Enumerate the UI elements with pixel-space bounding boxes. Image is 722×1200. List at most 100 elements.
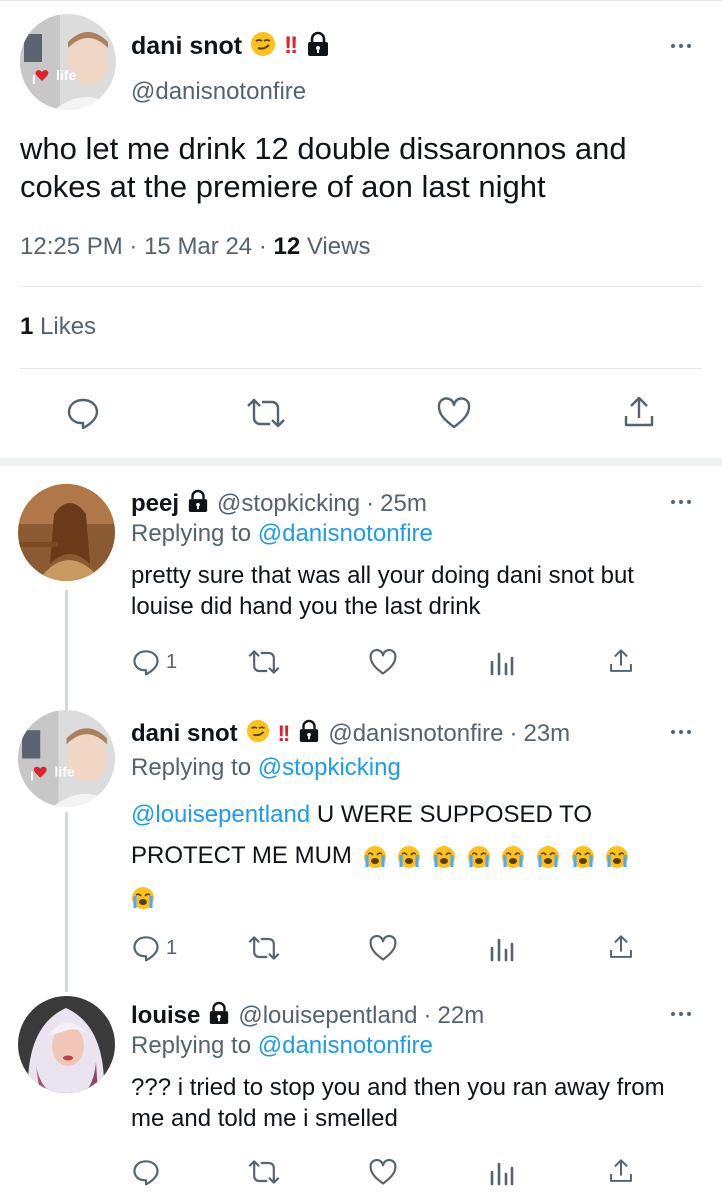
- divider: [20, 286, 702, 287]
- retweet-button[interactable]: [246, 648, 282, 676]
- like-icon: [369, 648, 397, 675]
- meta-separator: ·: [366, 490, 375, 517]
- reply-button[interactable]: 1: [132, 934, 177, 962]
- reply-button[interactable]: [132, 1158, 160, 1186]
- replying-to: Replying to @danisnotonfire: [131, 1032, 433, 1060]
- retweet-button[interactable]: [246, 1158, 282, 1186]
- author-handle[interactable]: @stopkicking: [217, 490, 360, 518]
- more-icon[interactable]: [671, 1012, 691, 1016]
- avatar-text-i: I: [30, 769, 34, 784]
- retweet-icon: [248, 1160, 280, 1184]
- share-button[interactable]: [608, 1156, 634, 1186]
- avatar[interactable]: [18, 484, 115, 581]
- avatar[interactable]: I life: [18, 710, 115, 807]
- retweet-icon: [248, 936, 280, 960]
- author-handle[interactable]: @danisnotonfire: [131, 78, 306, 106]
- retweet-button[interactable]: [244, 396, 288, 430]
- retweet-button[interactable]: [246, 934, 282, 962]
- avatar[interactable]: [18, 996, 115, 1093]
- author-name[interactable]: louise: [131, 1002, 200, 1030]
- alert-emoji: !!: [284, 32, 298, 59]
- crying-emoji: [502, 845, 525, 868]
- reply-button[interactable]: 1: [132, 648, 177, 676]
- share-icon: [610, 1159, 632, 1182]
- smirk-emoji: [246, 719, 270, 750]
- reply-text-line1: U WERE SUPPOSED TO: [316, 801, 592, 828]
- reply-time[interactable]: 23m: [523, 720, 570, 748]
- views-button[interactable]: [489, 1160, 515, 1186]
- views-icon: [490, 652, 514, 676]
- avatar-text-life: life: [56, 67, 76, 83]
- more-icon[interactable]: [671, 500, 691, 504]
- share-button[interactable]: [622, 394, 656, 430]
- tweet-text: who let me drink 12 double dissaronnos a…: [20, 131, 627, 204]
- reply-text: ??? i tried to stop you and then you ran…: [131, 1074, 665, 1132]
- avatar-text-i: I: [32, 72, 36, 87]
- reply-tweet: peej @stopkicking · 25m Replying to @dan…: [0, 466, 722, 696]
- alert-emoji: !!: [277, 721, 291, 746]
- reply-author-row: dani snot !! @danisnotonfire · 23m: [131, 718, 570, 750]
- replying-mention[interactable]: @danisnotonfire: [258, 1032, 433, 1059]
- share-icon: [610, 935, 632, 958]
- like-button[interactable]: [368, 648, 398, 676]
- author-name[interactable]: dani snot: [131, 32, 242, 61]
- likes-summary[interactable]: 1 Likes: [20, 313, 96, 341]
- like-icon: [369, 1158, 397, 1185]
- replying-label: Replying to: [131, 1032, 252, 1059]
- crying-emoji: [132, 886, 154, 909]
- reply-author-row: louise @louisepentland · 22m: [131, 1000, 484, 1032]
- crying-emoji-group: [359, 842, 630, 869]
- divider: [20, 368, 702, 369]
- more-icon[interactable]: [671, 730, 691, 734]
- tweet-time[interactable]: 12:25 PM: [20, 233, 123, 260]
- replying-to: Replying to @stopkicking: [131, 754, 401, 782]
- like-button[interactable]: [436, 396, 472, 430]
- replying-to: Replying to @danisnotonfire: [131, 520, 433, 548]
- more-icon[interactable]: [671, 44, 691, 48]
- views-icon: [490, 1162, 514, 1186]
- reply-count: 1: [166, 650, 178, 673]
- reply-button[interactable]: [66, 396, 100, 430]
- like-icon: [369, 934, 397, 961]
- reply-text: @louisepentland U WERE SUPPOSED TO PROTE…: [131, 794, 691, 917]
- author-handle[interactable]: @danisnotonfire: [328, 720, 503, 748]
- views-count: 12: [273, 233, 301, 260]
- like-icon: [437, 397, 471, 429]
- reply-time[interactable]: 22m: [438, 1002, 485, 1030]
- meta-separator: ·: [423, 1002, 432, 1029]
- reply-icon: [133, 650, 159, 676]
- reply-icon: [133, 936, 159, 962]
- lock-icon: [306, 31, 330, 62]
- tweet-date[interactable]: 15 Mar 24: [144, 233, 252, 260]
- views-button[interactable]: [489, 650, 515, 676]
- like-button[interactable]: [368, 1158, 398, 1186]
- views-label: Views: [306, 233, 371, 260]
- avatar[interactable]: I life: [20, 14, 116, 110]
- main-tweet: I life dani snot !! @danisnotonfire who …: [0, 0, 722, 458]
- reply-icon: [133, 1160, 159, 1186]
- lock-icon: [298, 719, 320, 750]
- mention-link[interactable]: @louisepentland: [131, 801, 310, 828]
- reply-tweet: louise @louisepentland · 22m Replying to…: [0, 982, 722, 1200]
- crying-emoji: [606, 845, 629, 868]
- tweet-meta: 12:25 PM · 15 Mar 24 · 12 Views: [20, 233, 370, 261]
- author-handle[interactable]: @louisepentland: [238, 1002, 417, 1030]
- retweet-icon: [248, 650, 280, 674]
- replying-mention[interactable]: @stopkicking: [258, 754, 401, 781]
- share-icon: [624, 396, 654, 427]
- views-button[interactable]: [489, 936, 515, 962]
- crying-emoji: [571, 845, 594, 868]
- like-button[interactable]: [368, 934, 398, 962]
- reply-count: 1: [166, 936, 178, 959]
- author-name[interactable]: dani snot: [131, 720, 238, 748]
- crying-emoji: [398, 845, 421, 868]
- reply-text-line2: PROTECT ME MUM: [131, 842, 352, 869]
- author-name[interactable]: peej: [131, 490, 179, 518]
- share-button[interactable]: [608, 646, 634, 676]
- crying-emoji: [432, 845, 455, 868]
- share-button[interactable]: [608, 932, 634, 962]
- replying-mention[interactable]: @danisnotonfire: [258, 520, 433, 547]
- lock-icon: [208, 1001, 230, 1032]
- meta-separator: ·: [258, 233, 267, 260]
- reply-time[interactable]: 25m: [380, 490, 427, 518]
